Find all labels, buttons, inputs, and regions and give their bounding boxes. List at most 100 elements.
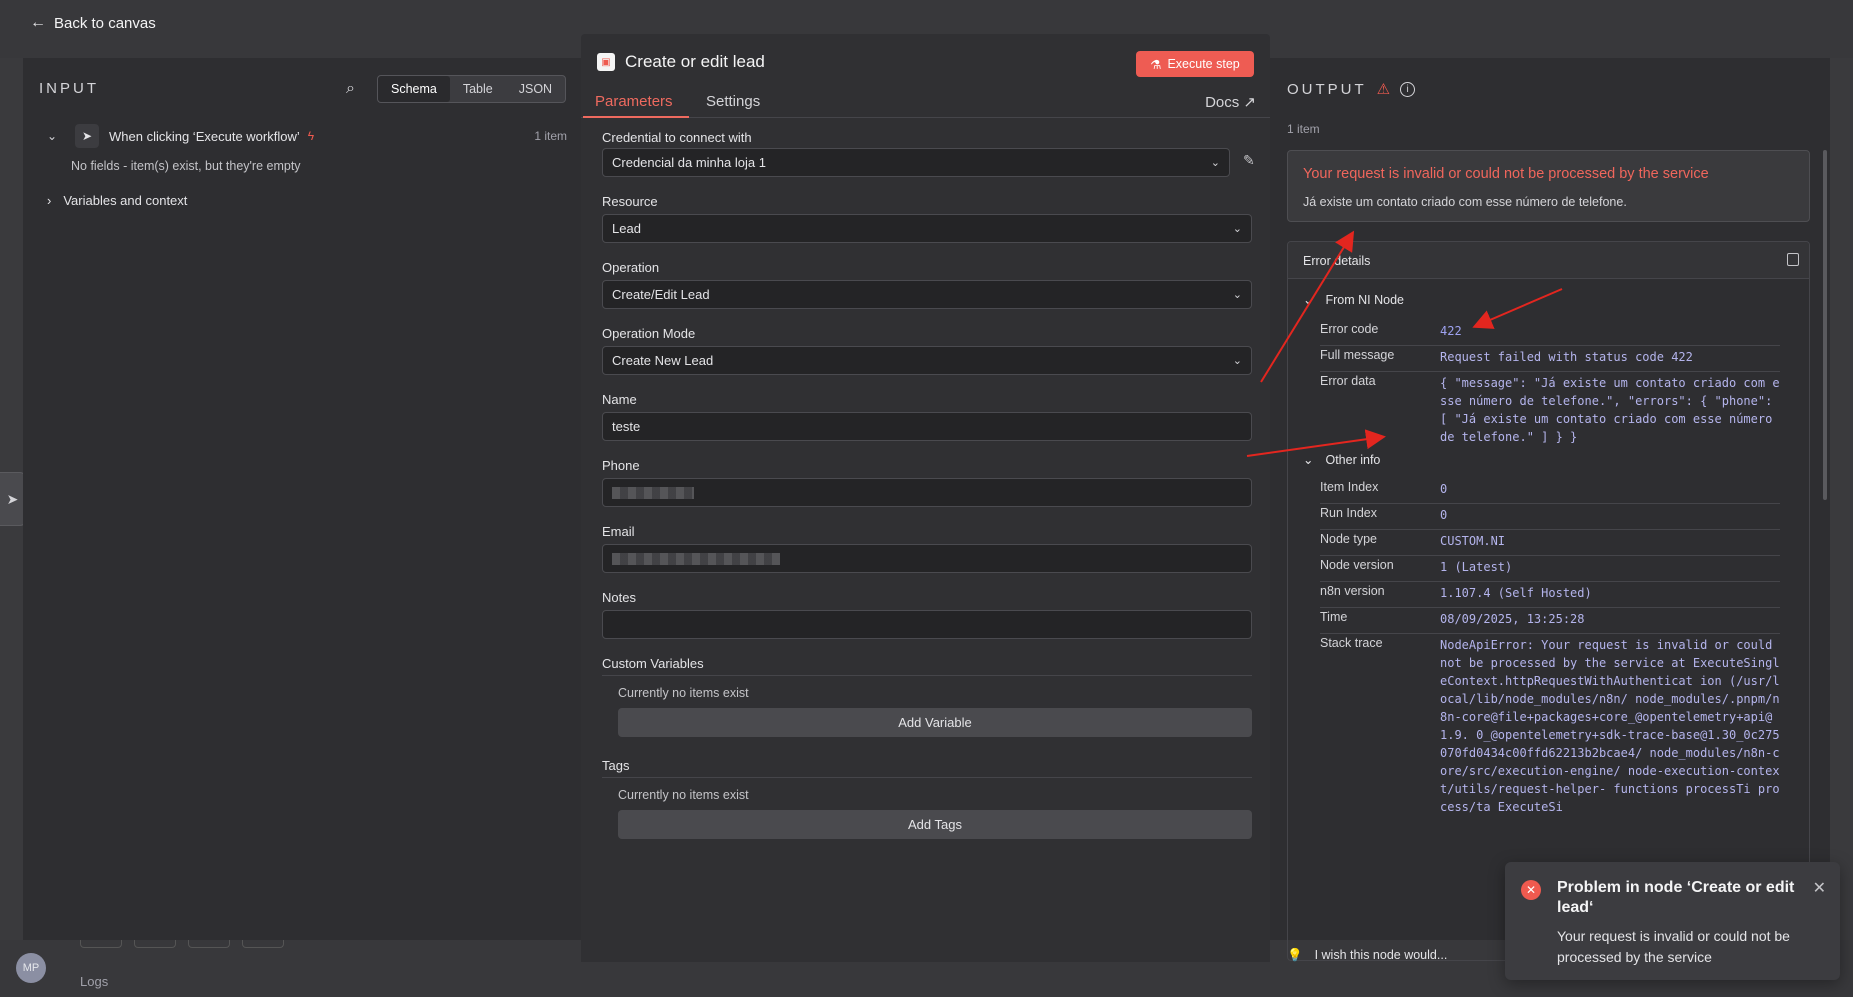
error-details-header: Error details [1288,242,1809,279]
error-code-row: Error code 422 [1320,322,1780,346]
custom-variables-title: Custom Variables [602,656,1252,676]
input-view-switch: Schema Table JSON [377,75,567,103]
variables-context-label: Variables and context [63,193,188,208]
chevron-down-icon: ⌄ [1232,289,1242,301]
error-data-value: { "message": "Já existe um contato criad… [1440,376,1780,444]
phone-label: Phone [602,458,640,473]
back-to-canvas-link[interactable]: ← Back to canvas [30,14,156,32]
logs-label[interactable]: Logs [80,974,108,989]
lightbulb-icon: 💡 [1287,948,1303,962]
input-panel: INPUT ⌕ Schema Table JSON ⌄ ➤ When click… [23,58,581,940]
chevron-down-icon[interactable]: ⌄ [47,129,63,143]
error-data-key: Error data [1320,374,1376,388]
add-variable-button[interactable]: Add Variable [618,708,1252,737]
error-data-row: Error data { "message": "Já existe um co… [1320,374,1780,450]
node-tabs: Parameters Settings Docs ↗ [581,90,1270,118]
operation-label: Operation [602,260,660,275]
email-label: Email [602,524,635,539]
output-scrollbar[interactable] [1823,150,1827,500]
info-row: Node type CUSTOM.NI [1320,532,1780,556]
info-key: Node type [1320,532,1377,546]
output-item-count: 1 item [1287,122,1320,136]
other-info-toggle[interactable]: ⌄ Other info [1303,452,1381,468]
operation-value: Create/Edit Lead [612,287,710,302]
info-value: 0 [1440,482,1448,496]
info-key: Run Index [1320,506,1377,520]
notes-input[interactable] [602,610,1252,639]
from-node-label: From NI Node [1325,292,1404,307]
info-value: 1.107.4 (Self Hosted) [1440,586,1592,600]
from-node-toggle[interactable]: ⌄ From NI Node [1303,292,1404,308]
variables-context-toggle[interactable]: › Variables and context [47,193,187,208]
search-icon[interactable]: ⌕ [346,80,355,98]
credential-select[interactable]: Credencial da minha loja 1 ⌄ [602,148,1230,177]
tab-table[interactable]: Table [450,76,506,102]
warning-icon: ⚠ [1376,81,1391,98]
add-tags-button[interactable]: Add Tags [618,810,1252,839]
stack-trace-key: Stack trace [1320,636,1383,650]
info-icon[interactable]: i [1400,81,1416,97]
info-key: Item Index [1320,480,1379,494]
credential-value: Credencial da minha loja 1 [612,155,766,170]
resource-select[interactable]: Lead ⌄ [602,214,1252,243]
info-row: Node version 1 (Latest) [1320,558,1780,582]
edit-credential-icon[interactable]: ✎ [1243,152,1255,169]
empty-fields-message: No fields - item(s) exist, but they're e… [71,159,301,173]
chevron-down-icon: ⌄ [1210,157,1220,169]
input-title: INPUT [39,80,99,97]
info-key: Time [1320,610,1348,624]
tab-parameters[interactable]: Parameters [595,93,673,110]
trigger-node-row[interactable]: ⌄ ➤ When clicking ‘Execute workflow’ ϟ 1… [47,124,567,148]
output-title: OUTPUT [1287,80,1367,98]
close-icon[interactable]: ✕ [1813,878,1826,898]
chevron-down-icon: ⌄ [1232,223,1242,235]
name-label: Name [602,392,637,407]
error-code-value: 422 [1440,324,1462,338]
feedback-label: I wish this node would... [1314,948,1448,962]
error-details: Error details ⌄ From NI Node Error code … [1287,241,1810,961]
info-key: n8n version [1320,584,1385,598]
redacted-email [612,552,780,565]
feedback-link[interactable]: 💡 I wish this node would... [1287,948,1447,963]
node-header: ▣ Create or edit lead [597,52,765,72]
custom-variables-empty: Currently no items exist [618,686,749,700]
resource-label: Resource [602,194,658,209]
error-details-title: Error details [1303,254,1371,268]
phone-input[interactable] [602,478,1252,507]
error-toast: ✕ Problem in node ‘Create or edit lead‘ … [1505,862,1840,980]
execute-step-label: Execute step [1167,57,1240,71]
chevron-down-icon: ⌄ [1303,453,1314,467]
tab-json[interactable]: JSON [506,76,565,102]
tab-settings[interactable]: Settings [706,93,760,110]
arrow-left-icon: ← [30,14,46,31]
operation-select[interactable]: Create/Edit Lead ⌄ [602,280,1252,309]
full-message-row: Full message Request failed with status … [1320,348,1780,372]
trigger-label: When clicking ‘Execute workflow’ [109,128,300,144]
tags-title: Tags [602,758,1252,778]
error-summary: Your request is invalid or could not be … [1287,150,1810,222]
back-to-canvas-label: Back to canvas [54,14,156,32]
chevron-down-icon: ⌄ [1232,355,1242,367]
info-value: 08/09/2025, 13:25:28 [1440,612,1585,626]
docs-link[interactable]: Docs ↗ [1205,93,1256,111]
info-key: Node version [1320,558,1394,572]
output-header: OUTPUT ⚠ i [1287,80,1416,98]
avatar[interactable]: MP [16,953,46,983]
full-message-key: Full message [1320,348,1395,362]
cursor-icon: ➤ [75,124,99,148]
flask-icon: ⚗ [1150,57,1162,72]
name-input[interactable]: teste [602,412,1252,441]
tab-schema[interactable]: Schema [378,76,450,102]
operation-mode-select[interactable]: Create New Lead ⌄ [602,346,1252,375]
error-title: Your request is invalid or could not be … [1303,166,1709,182]
other-info-label: Other info [1325,452,1381,467]
credential-label: Credential to connect with [602,130,752,145]
info-row: n8n version 1.107.4 (Self Hosted) [1320,584,1780,608]
name-value: teste [612,419,641,434]
node-title[interactable]: Create or edit lead [625,52,765,72]
bolt-icon: ϟ [307,129,315,143]
execute-step-button[interactable]: ⚗ Execute step [1136,51,1254,77]
copy-icon[interactable] [1787,253,1799,266]
email-input[interactable] [602,544,1252,573]
active-tab-indicator [583,116,689,118]
